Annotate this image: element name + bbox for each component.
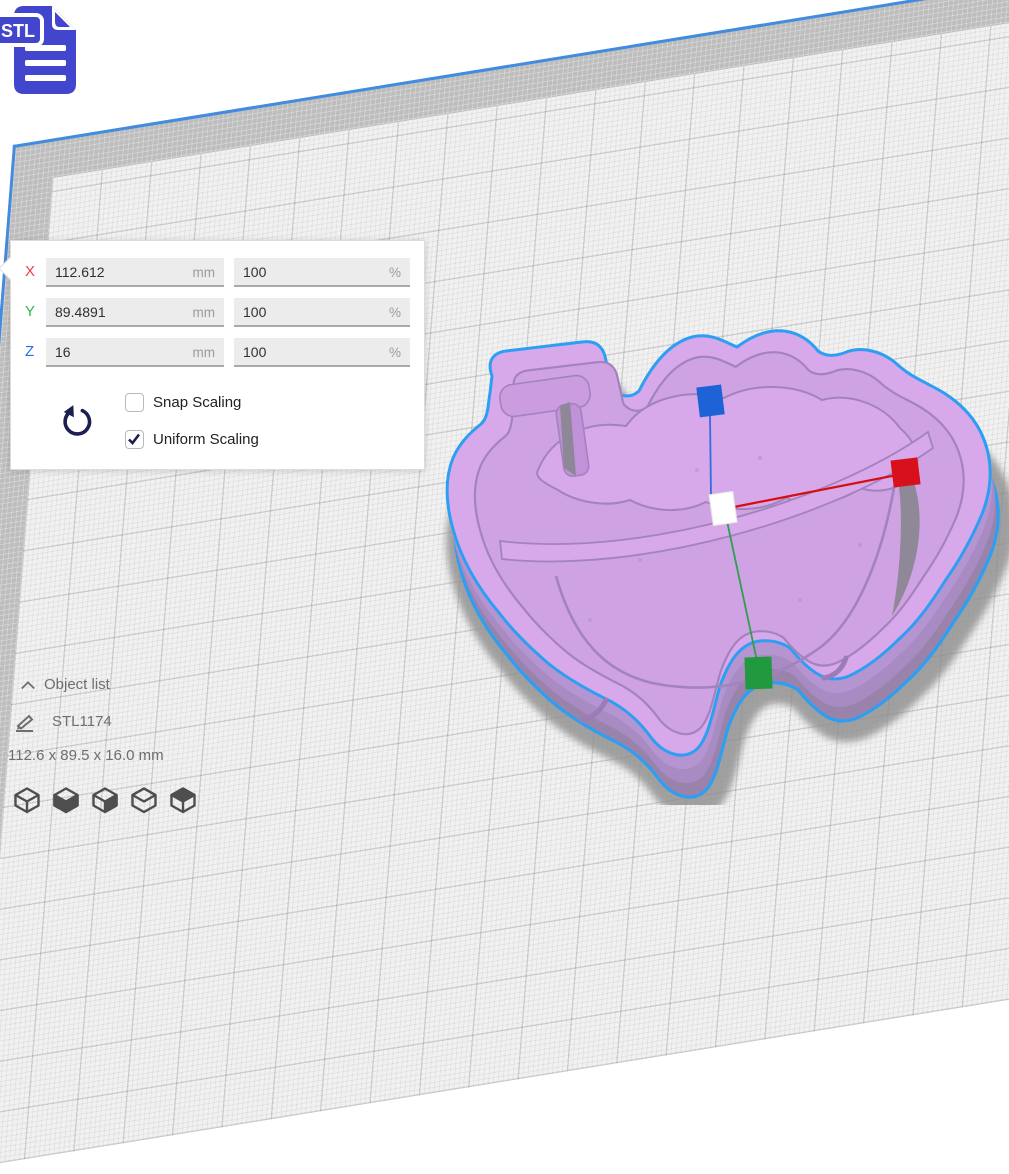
scale-row-z: Z mm % — [11, 338, 424, 367]
snap-scaling-checkbox[interactable] — [125, 393, 144, 412]
cube-3d-icon — [12, 786, 42, 814]
model-stl1174[interactable] — [405, 315, 1009, 805]
pencil-icon — [14, 712, 38, 732]
stl-badge: STL — [1, 21, 35, 41]
x-axis-label: X — [25, 263, 43, 280]
view-right-button[interactable] — [168, 785, 198, 815]
scale-row-x: X mm % — [11, 258, 424, 287]
scale-z-mm-input[interactable] — [46, 338, 224, 367]
uniform-scaling-checkbox[interactable] — [125, 430, 144, 449]
z-axis-label: Z — [25, 343, 43, 360]
cube-side-icon — [90, 786, 120, 814]
z-axis-line — [710, 415, 711, 498]
view-top-button[interactable] — [90, 785, 120, 815]
scale-x-percent-input[interactable] — [234, 258, 410, 287]
view-orientation-toolbar — [12, 785, 198, 815]
checkmark-icon — [126, 431, 142, 447]
viewport-3d[interactable]: { "window": { "title": "3D print prepara… — [0, 0, 1009, 826]
view-front-button[interactable] — [51, 785, 81, 815]
scale-x-mm-input[interactable] — [46, 258, 224, 287]
cube-front-icon — [51, 786, 81, 814]
view-3d-button[interactable] — [12, 785, 42, 815]
object-list-header[interactable]: Object list — [20, 678, 36, 695]
chevron-up-icon — [20, 679, 36, 691]
scale-handle-z[interactable] — [696, 385, 724, 418]
scale-handle-x[interactable] — [891, 457, 921, 487]
reset-scale-button[interactable] — [59, 404, 93, 438]
cube-outline-icon — [129, 786, 159, 814]
object-name: STL1174 — [52, 713, 112, 730]
scale-y-mm-input[interactable] — [46, 298, 224, 327]
object-list-item[interactable]: STL1174 — [14, 712, 38, 736]
scale-y-percent-input[interactable] — [234, 298, 410, 327]
scale-tool-panel: X mm % Y mm % Z mm % — [10, 240, 425, 470]
stl-file-icon: STL — [0, 0, 92, 104]
scale-z-percent-input[interactable] — [234, 338, 410, 367]
view-left-button[interactable] — [129, 785, 159, 815]
y-axis-label: Y — [25, 303, 43, 320]
cube-top-icon — [168, 786, 198, 814]
snap-scaling-label: Snap Scaling — [153, 394, 241, 411]
uniform-scaling-label: Uniform Scaling — [153, 431, 259, 448]
scale-handle-y[interactable] — [744, 657, 772, 690]
reset-icon — [59, 404, 93, 438]
scale-row-y: Y mm % — [11, 298, 424, 327]
scale-handle-uniform[interactable] — [709, 491, 737, 525]
object-list-title: Object list — [44, 676, 110, 693]
model-dimensions: 112.6 x 89.5 x 16.0 mm — [8, 747, 164, 764]
